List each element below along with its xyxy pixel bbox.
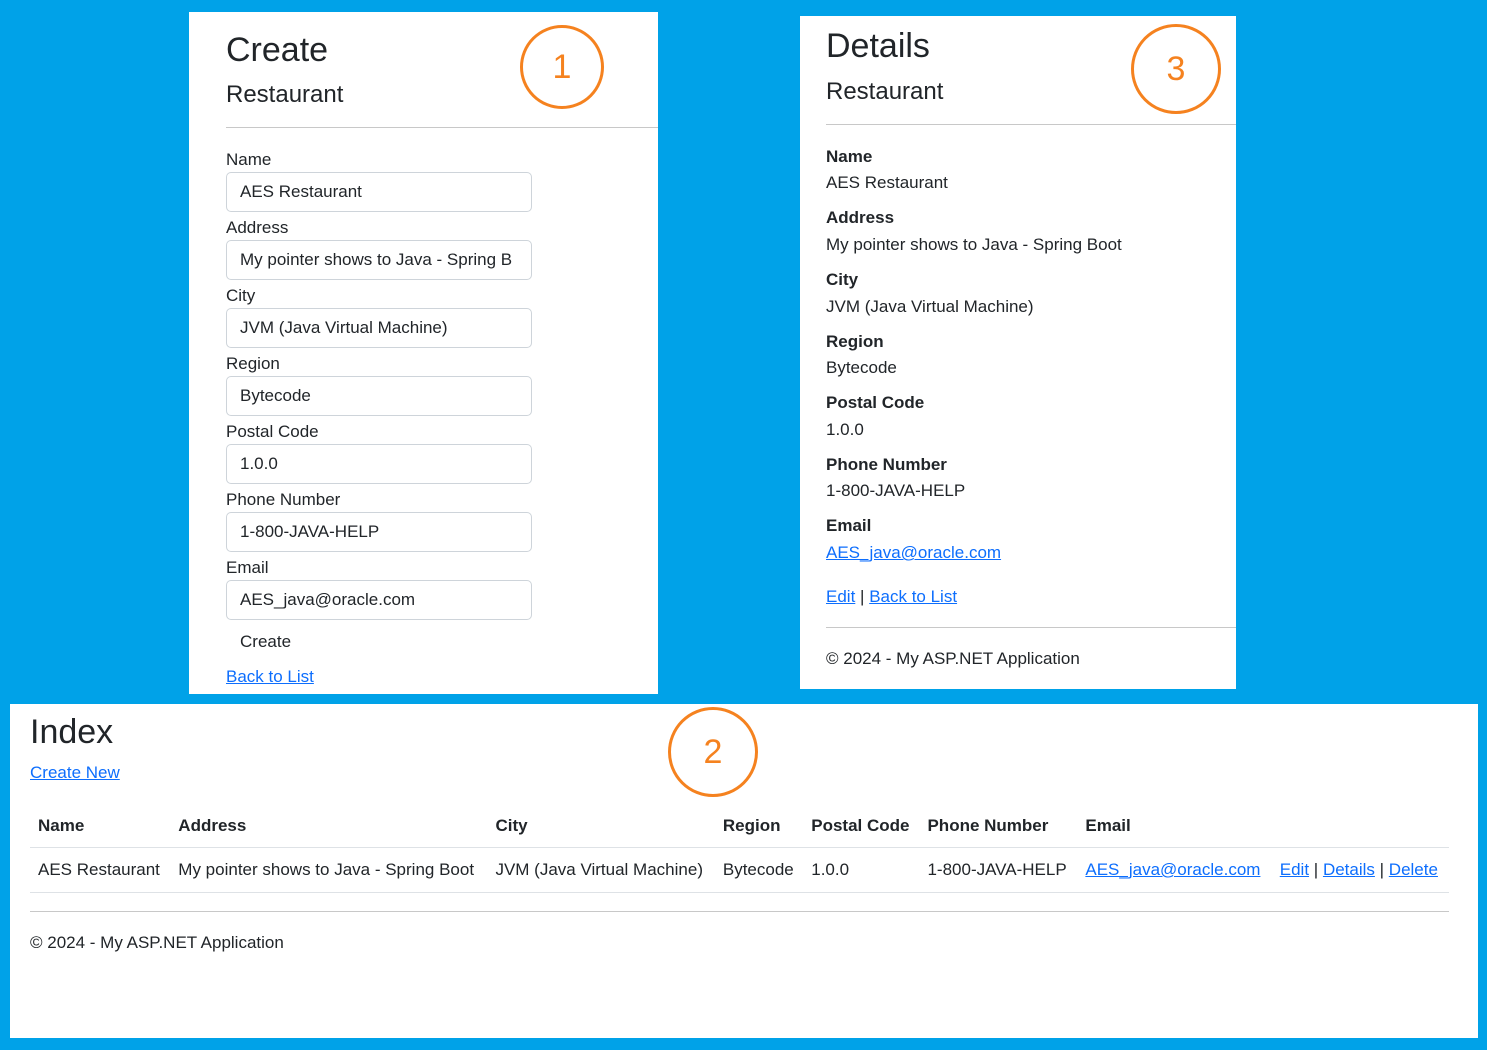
page-title: Index	[30, 713, 114, 751]
email-field[interactable]	[226, 580, 532, 620]
name-value: AES Restaurant	[826, 173, 948, 192]
email-term: Email	[826, 516, 872, 535]
divider	[826, 124, 1236, 125]
page-title: Details	[826, 27, 930, 65]
back-to-list-link[interactable]: Back to List	[226, 666, 314, 688]
cell-email: AES_java@oracle.com	[1077, 847, 1272, 893]
postal-code-value: 1.0.0	[826, 420, 864, 439]
address-value: My pointer shows to Java - Spring Boot	[826, 235, 1122, 254]
footer-divider	[826, 627, 1236, 628]
city-term: City	[826, 270, 859, 289]
column-header-region: Region	[714, 805, 804, 848]
step-marker-1: 1	[520, 25, 604, 109]
cell-address: My pointer shows to Java - Spring Boot	[170, 847, 488, 893]
column-header-name: Name	[30, 805, 171, 848]
column-header-city: City	[487, 805, 715, 848]
city-input[interactable]	[227, 309, 531, 347]
address-term: Address	[826, 208, 895, 227]
step-marker-2: 2	[668, 707, 758, 797]
region-value: Bytecode	[826, 358, 897, 377]
details-link[interactable]: Details	[1323, 860, 1375, 879]
address-input[interactable]	[227, 241, 531, 279]
separator: |	[1313, 860, 1319, 879]
restaurant-table: Name Address City Region Postal Code Pho…	[30, 805, 1449, 893]
details-panel: Details Restaurant 3 Name AES Restaurant…	[800, 16, 1236, 689]
postal-code-input[interactable]	[227, 445, 531, 483]
cell-postal-code: 1.0.0	[803, 847, 920, 893]
column-header-postal-code: Postal Code	[803, 805, 920, 848]
back-to-list-link[interactable]: Back to List	[869, 587, 957, 606]
cell-actions: Edit | Details | Delete	[1271, 847, 1449, 893]
address-label: Address	[226, 218, 289, 237]
separator: |	[860, 587, 865, 606]
email-link[interactable]: AES_java@oracle.com	[826, 542, 1001, 564]
step-marker-3: 3	[1131, 24, 1221, 114]
page-title: Create	[226, 31, 329, 69]
name-input[interactable]	[227, 173, 531, 211]
create-panel: Create Restaurant 1 Name Address City Re…	[189, 12, 658, 694]
edit-link[interactable]: Edit	[826, 587, 855, 606]
separator: |	[1379, 860, 1385, 879]
postal-code-field[interactable]	[226, 444, 532, 484]
edit-link[interactable]: Edit	[1280, 860, 1309, 879]
name-field[interactable]	[226, 172, 532, 212]
email-link[interactable]: AES_java@oracle.com	[1085, 860, 1260, 879]
cell-phone-number: 1-800-JAVA-HELP	[919, 847, 1078, 893]
phone-number-value: 1-800-JAVA-HELP	[826, 481, 966, 500]
create-button[interactable]: Create	[240, 632, 291, 652]
cell-name: AES Restaurant	[30, 847, 171, 893]
details-actions: Edit | Back to List	[826, 586, 957, 608]
divider	[226, 127, 658, 128]
cell-city: JVM (Java Virtual Machine)	[487, 847, 715, 893]
page-subtitle: Restaurant	[226, 81, 344, 108]
city-label: City	[226, 286, 256, 305]
phone-number-label: Phone Number	[226, 490, 341, 509]
postal-code-label: Postal Code	[226, 422, 319, 441]
footer-text: © 2024 - My ASP.NET Application	[30, 933, 284, 952]
column-header-phone-number: Phone Number	[919, 805, 1078, 848]
column-header-actions	[1271, 805, 1449, 848]
address-field[interactable]	[226, 240, 532, 280]
email-input[interactable]	[227, 581, 531, 619]
name-term: Name	[826, 147, 873, 166]
table-row: AES Restaurant My pointer shows to Java …	[30, 847, 1449, 893]
region-term: Region	[826, 332, 884, 351]
footer-text: © 2024 - My ASP.NET Application	[826, 649, 1080, 668]
footer-divider	[30, 911, 1449, 912]
phone-number-term: Phone Number	[826, 455, 947, 474]
delete-link[interactable]: Delete	[1389, 860, 1438, 879]
index-panel: Index Create New 2 Name Address City Reg…	[10, 704, 1478, 1038]
city-field[interactable]	[226, 308, 532, 348]
phone-number-input[interactable]	[227, 513, 531, 551]
column-header-email: Email	[1077, 805, 1272, 848]
phone-number-field[interactable]	[226, 512, 532, 552]
postal-code-term: Postal Code	[826, 393, 925, 412]
region-label: Region	[226, 354, 280, 373]
column-header-address: Address	[170, 805, 488, 848]
create-new-link[interactable]: Create New	[30, 762, 120, 784]
city-value: JVM (Java Virtual Machine)	[826, 297, 1034, 316]
table-header-row: Name Address City Region Postal Code Pho…	[30, 805, 1449, 848]
name-label: Name	[226, 150, 272, 169]
region-input[interactable]	[227, 377, 531, 415]
page-subtitle: Restaurant	[826, 78, 944, 105]
region-field[interactable]	[226, 376, 532, 416]
cell-region: Bytecode	[714, 847, 804, 893]
email-label: Email	[226, 558, 269, 577]
